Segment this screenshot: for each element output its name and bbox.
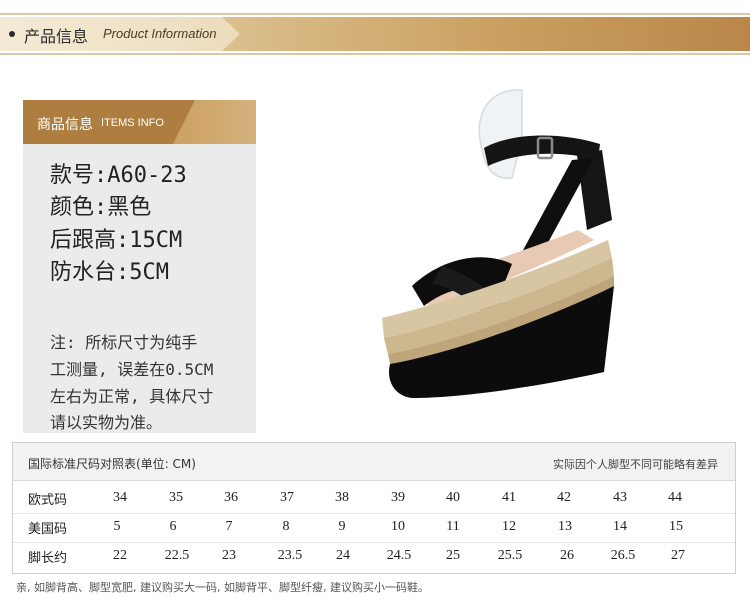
size-cell: 24.5 <box>386 548 412 563</box>
size-row-foot-length: 脚长约 22 22.5 23 23.5 24 24.5 25 25.5 26 2… <box>13 543 735 571</box>
size-row-us: 美国码 5 6 7 8 9 10 11 12 13 14 15 <box>13 514 735 542</box>
row-label: 欧式码 <box>28 493 68 508</box>
size-cell: 6 <box>169 519 177 534</box>
size-cell: 12 <box>502 519 516 534</box>
measurement-note-line: 工测量, 误差在0.5CM <box>50 360 214 379</box>
size-cell: 22 <box>113 548 127 563</box>
size-row-eu: 欧式码 34 35 36 37 38 39 40 41 42 43 44 <box>13 485 735 513</box>
size-cell: 26.5 <box>610 548 636 563</box>
size-cell: 15 <box>669 519 683 534</box>
size-chart-header: 国际标准尺码对照表(单位: CM) 实际因个人脚型不同可能略有差异 <box>13 443 735 481</box>
header-title-cn: 产品信息 <box>24 27 89 46</box>
size-cell: 14 <box>613 519 627 534</box>
size-cell: 27 <box>671 548 685 563</box>
size-cell: 35 <box>169 490 183 505</box>
header-top-rule <box>0 13 750 15</box>
header-title-en: Product Information <box>103 26 217 41</box>
measurement-note-line: 请以实物为准。 <box>50 413 163 432</box>
row-label: 脚长约 <box>28 551 68 566</box>
items-info-tab: 商品信息 ITEMS INFO <box>23 100 256 144</box>
header-bottom-rule <box>0 53 750 55</box>
size-cell: 38 <box>335 490 349 505</box>
size-cell: 42 <box>557 490 571 505</box>
size-chart-title: 国际标准尺码对照表(单位: CM) <box>28 457 196 471</box>
size-cell: 22.5 <box>164 548 190 563</box>
size-cell: 34 <box>113 490 127 505</box>
row-label: 美国码 <box>28 522 68 537</box>
size-cell: 44 <box>668 490 682 505</box>
size-cell: 40 <box>446 490 460 505</box>
bullet-icon <box>9 31 15 37</box>
measurement-note-line: 左右为正常, 具体尺寸 <box>50 387 214 406</box>
spec-platform-height: 防水台:5CM <box>50 260 169 285</box>
sizing-advice-footer: 亲, 如脚背高、脚型宽肥, 建议购买大一码, 如脚背平、脚型纤瘦, 建议购买小一… <box>16 581 429 594</box>
size-cell: 37 <box>280 490 294 505</box>
clear-ankle-strap <box>478 89 523 180</box>
size-cell: 36 <box>224 490 238 505</box>
size-cell: 10 <box>391 519 405 534</box>
size-cell: 9 <box>338 519 346 534</box>
product-shoe-image <box>382 89 614 398</box>
size-cell: 25.5 <box>497 548 523 563</box>
size-cell: 5 <box>113 519 121 534</box>
section-header: 产品信息 Product Information <box>0 13 750 55</box>
size-cell: 41 <box>502 490 516 505</box>
size-cell: 11 <box>446 519 460 534</box>
spec-style-number: 款号:A60-23 <box>50 163 187 188</box>
size-chart: 国际标准尺码对照表(单位: CM) 实际因个人脚型不同可能略有差异 欧式码 34… <box>12 442 736 574</box>
size-chart-remark: 实际因个人脚型不同可能略有差异 <box>553 458 718 471</box>
spec-color: 颜色:黑色 <box>50 195 152 220</box>
size-cell: 23 <box>222 548 236 563</box>
size-cell: 26 <box>560 548 574 563</box>
measurement-note-line: 注: 所标尺寸为纯手 <box>50 333 198 352</box>
size-cell: 23.5 <box>277 548 303 563</box>
size-cell: 13 <box>558 519 572 534</box>
size-cell: 8 <box>282 519 290 534</box>
size-cell: 43 <box>613 490 627 505</box>
size-cell: 24 <box>336 548 350 563</box>
items-info-panel: 商品信息 ITEMS INFO 款号:A60-23 颜色:黑色 后跟高:15CM… <box>23 100 256 433</box>
size-cell: 7 <box>225 519 233 534</box>
items-info-title-cn: 商品信息 <box>37 117 93 133</box>
spec-heel-height: 后跟高:15CM <box>50 228 183 253</box>
items-info-title-en: ITEMS INFO <box>101 117 164 129</box>
size-cell: 39 <box>391 490 405 505</box>
size-cell: 25 <box>446 548 460 563</box>
